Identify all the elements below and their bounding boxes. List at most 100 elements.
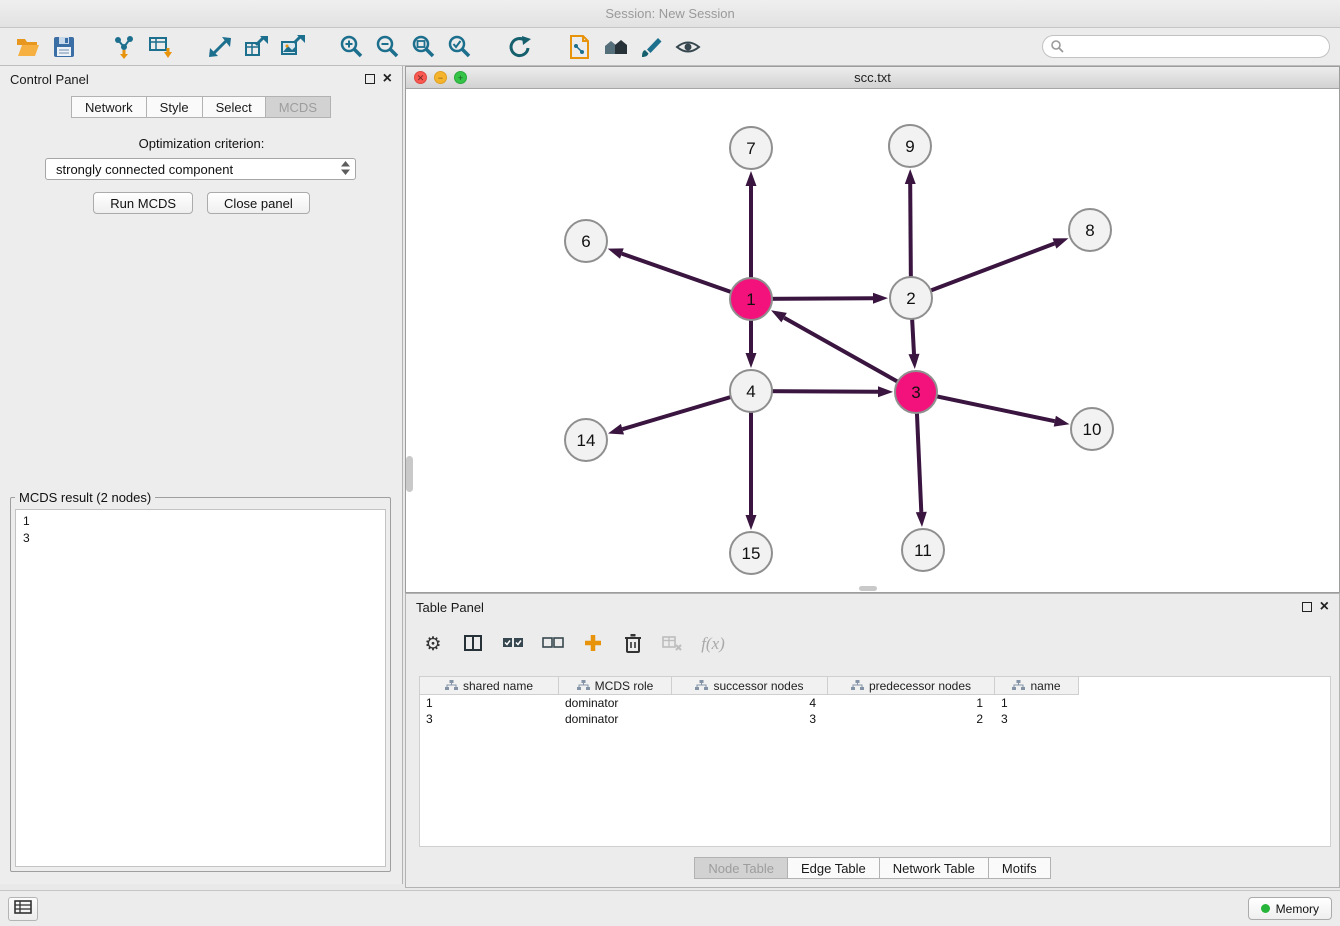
table-row[interactable]: 3dominator323 [420, 711, 1330, 727]
table-cell: 3 [672, 711, 828, 727]
graph-node-15[interactable]: 15 [730, 532, 772, 574]
mcds-result-list[interactable]: 13 [15, 509, 386, 867]
float-panel-icon[interactable] [365, 74, 375, 84]
svg-text:3: 3 [911, 383, 920, 402]
deselect-all-button[interactable] [540, 631, 566, 657]
close-panel-button[interactable]: Close panel [207, 192, 310, 214]
tab-select[interactable]: Select [203, 96, 266, 118]
float-table-panel-icon[interactable] [1302, 602, 1312, 612]
table-cell: 3 [420, 711, 559, 727]
graph-node-8[interactable]: 8 [1069, 209, 1111, 251]
mcds-result-line: 1 [23, 513, 378, 530]
graph-edge-3-1[interactable] [771, 310, 916, 392]
eye-icon [675, 34, 701, 60]
run-mcds-button[interactable]: Run MCDS [93, 192, 193, 214]
function-builder-button: f(x) [700, 631, 726, 657]
tab-style[interactable]: Style [147, 96, 203, 118]
mcds-result-line: 3 [23, 530, 378, 547]
add-column-button[interactable] [580, 631, 606, 657]
import-table-button[interactable] [142, 31, 178, 63]
svg-text:15: 15 [742, 544, 761, 563]
show-columns-button[interactable] [460, 631, 486, 657]
clipboard-network-icon [567, 34, 593, 60]
svg-text:9: 9 [905, 137, 914, 156]
export-network-button[interactable] [202, 31, 238, 63]
zoom-fit-button[interactable] [406, 31, 442, 63]
export-table-icon [243, 34, 269, 60]
network-window-titlebar[interactable]: ✕ − + scc.txt [406, 67, 1339, 89]
maximize-window-button[interactable]: + [454, 71, 467, 84]
control-panel-header: Control Panel × [0, 66, 402, 92]
table-cell: dominator [559, 711, 672, 727]
minimize-window-button[interactable]: − [434, 71, 447, 84]
network-graph-svg: 7 9 6 8 1 2 4 3 10 14 15 11 [406, 89, 1339, 592]
tab-mcds[interactable]: MCDS [266, 96, 331, 118]
close-table-panel-icon[interactable]: × [1320, 602, 1329, 612]
table-body: 1dominator4113dominator323 [420, 695, 1330, 727]
save-session-button[interactable] [46, 31, 82, 63]
svg-text:2: 2 [906, 289, 915, 308]
tab-network-table[interactable]: Network Table [880, 857, 989, 879]
table-settings-button[interactable]: ⚙ [420, 631, 446, 657]
delete-column-button[interactable] [620, 631, 646, 657]
close-panel-icon[interactable]: × [383, 74, 392, 84]
zoom-selected-button[interactable] [442, 31, 478, 63]
graph-node-9[interactable]: 9 [889, 125, 931, 167]
vertical-scrollbar-thumb[interactable] [406, 456, 413, 492]
network-from-clipboard-button[interactable] [562, 31, 598, 63]
mcds-result-box: MCDS result (2 nodes) 13 [10, 490, 391, 872]
graph-edge-3-10[interactable] [916, 392, 1070, 427]
graph-node-11[interactable]: 11 [902, 529, 944, 571]
graph-node-10[interactable]: 10 [1071, 408, 1113, 450]
window-title: Session: New Session [605, 6, 734, 21]
close-window-button[interactable]: ✕ [414, 71, 427, 84]
graph-node-4[interactable]: 4 [730, 370, 772, 412]
network-canvas[interactable]: 7 9 6 8 1 2 4 3 10 14 15 11 [406, 89, 1339, 592]
tab-edge-table[interactable]: Edge Table [788, 857, 880, 879]
optimization-select[interactable]: strongly connected component [45, 158, 356, 180]
graph-edge-4-14[interactable] [608, 391, 751, 435]
open-session-button[interactable] [10, 31, 46, 63]
graph-node-1[interactable]: 1 [730, 278, 772, 320]
main-toolbar [0, 28, 1340, 66]
style-brush-button[interactable] [634, 31, 670, 63]
column-header-name[interactable]: name [995, 677, 1079, 695]
graph-node-3[interactable]: 3 [895, 371, 937, 413]
graph-node-6[interactable]: 6 [565, 220, 607, 262]
horizontal-scrollbar-thumb[interactable] [859, 586, 877, 591]
tab-motifs[interactable]: Motifs [989, 857, 1051, 879]
column-header-predecessor-nodes[interactable]: predecessor nodes [828, 677, 995, 695]
graph-node-2[interactable]: 2 [890, 277, 932, 319]
table-row[interactable]: 1dominator411 [420, 695, 1330, 711]
tab-network[interactable]: Network [71, 96, 147, 118]
memory-button[interactable]: Memory [1248, 897, 1332, 920]
show-hide-button[interactable] [670, 31, 706, 63]
column-header-shared-name[interactable]: shared name [420, 677, 559, 695]
table-panel-tabs: Node TableEdge TableNetwork TableMotifs [406, 857, 1339, 879]
column-header-MCDS-role[interactable]: MCDS role [559, 677, 672, 695]
export-table-button[interactable] [238, 31, 274, 63]
export-network-icon [207, 34, 233, 60]
select-all-button[interactable] [500, 631, 526, 657]
plus-icon [583, 633, 603, 656]
zoom-out-button[interactable] [370, 31, 406, 63]
deselect-all-icon [542, 634, 564, 655]
table-panel-toggle-button[interactable] [8, 897, 38, 921]
search-input[interactable] [1042, 35, 1330, 58]
fx-icon: f(x) [701, 634, 725, 654]
column-type-icon [445, 680, 458, 691]
control-panel: Control Panel × NetworkStyleSelectMCDS O… [0, 66, 403, 884]
tab-node-table[interactable]: Node Table [694, 857, 788, 879]
table-cell: 3 [995, 711, 1079, 727]
export-image-button[interactable] [274, 31, 310, 63]
graph-node-14[interactable]: 14 [565, 419, 607, 461]
column-header-successor-nodes[interactable]: successor nodes [672, 677, 828, 695]
zoom-in-button[interactable] [334, 31, 370, 63]
refresh-network-button[interactable] [502, 31, 538, 63]
zoom-fit-icon [411, 34, 437, 60]
graph-edge-1-6[interactable] [608, 248, 751, 299]
graph-node-7[interactable]: 7 [730, 127, 772, 169]
preferred-layout-button[interactable] [598, 31, 634, 63]
import-network-button[interactable] [106, 31, 142, 63]
graph-edge-2-8[interactable] [911, 238, 1069, 298]
